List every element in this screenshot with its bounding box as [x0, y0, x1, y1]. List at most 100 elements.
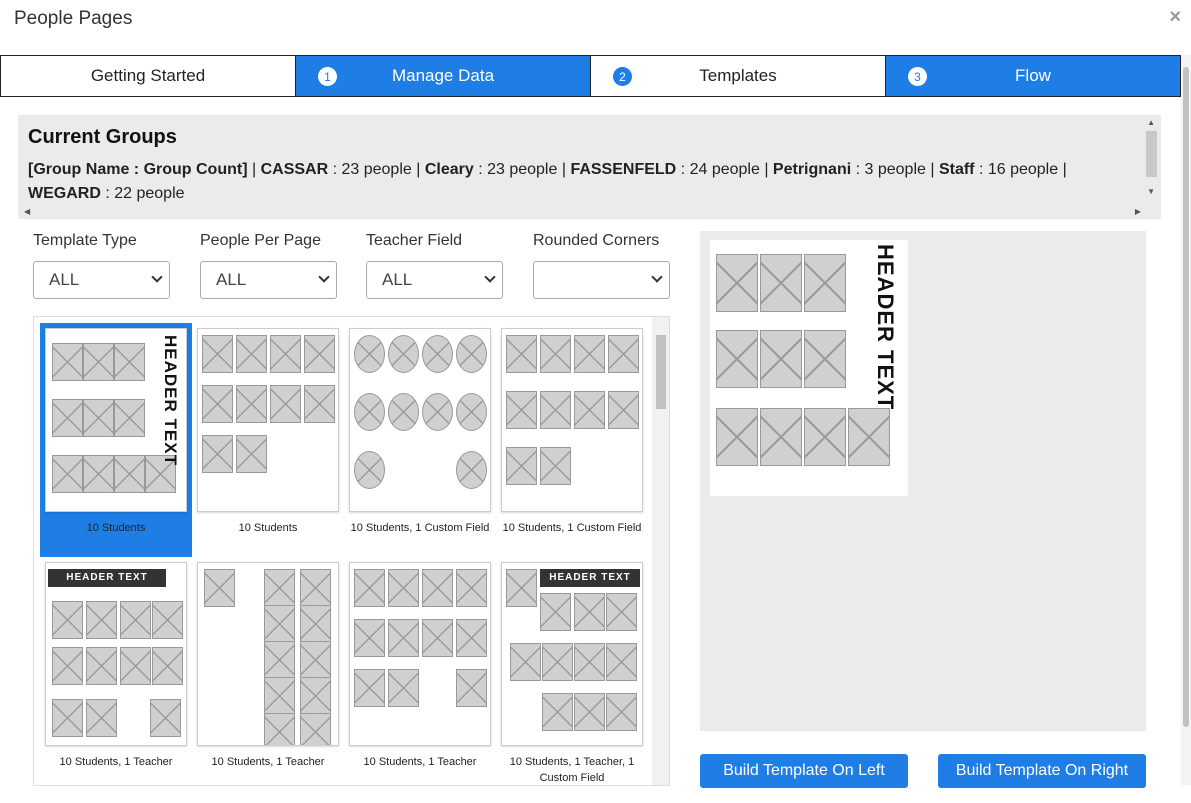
template-gallery: HEADER TEXT 10 Students 10 Students 10 S…	[33, 316, 670, 786]
photo-placeholder	[150, 699, 181, 737]
scrollbar-thumb[interactable]	[656, 335, 666, 409]
people-per-page-select[interactable]: ALL	[200, 261, 337, 299]
photo-placeholder	[354, 619, 385, 657]
template-caption: 10 Students, 1 Custom Field	[502, 522, 642, 534]
chevron-down-icon	[651, 271, 663, 283]
photo-placeholder	[152, 647, 183, 685]
chevron-down-icon	[318, 271, 330, 283]
photo-placeholder	[760, 254, 802, 312]
photo-placeholder	[354, 569, 385, 607]
photo-placeholder	[540, 447, 571, 485]
template-thumbnail	[349, 328, 491, 512]
photo-placeholder	[202, 385, 233, 423]
photo-placeholder	[506, 447, 537, 485]
photo-placeholder	[354, 451, 385, 489]
photo-placeholder	[456, 619, 487, 657]
chevron-down-icon	[151, 271, 163, 283]
groups-list: [Group Name : Group Count] | CASSAR : 23…	[28, 161, 1067, 202]
photo-placeholder	[456, 393, 487, 431]
template-tile[interactable]: HEADER TEXT 10 Students, 1 Teacher, 1 Cu…	[496, 557, 648, 785]
photo-placeholder	[52, 455, 83, 493]
photo-placeholder	[456, 569, 487, 607]
group-name: FASSENFELD	[570, 161, 677, 178]
group-count: 3 people	[864, 161, 926, 178]
group-count: 24 people	[689, 161, 760, 178]
template-tile[interactable]: HEADER TEXT 10 Students	[40, 323, 192, 557]
photo-placeholder	[506, 569, 537, 607]
close-icon[interactable]: ×	[1169, 6, 1181, 29]
template-thumbnail	[197, 562, 339, 746]
photo-placeholder	[716, 254, 758, 312]
template-tile[interactable]: 10 Students	[192, 323, 344, 557]
scroll-left-icon[interactable]: ◀	[24, 207, 30, 216]
photo-placeholder	[804, 330, 846, 388]
photo-placeholder	[52, 699, 83, 737]
template-tile[interactable]: HEADER TEXT 10 Students, 1 Teacher	[40, 557, 192, 785]
scroll-down-icon[interactable]: ▼	[1147, 187, 1155, 196]
tab-flow[interactable]: 3 Flow	[886, 56, 1180, 96]
current-groups-panel: Current Groups [Group Name : Group Count…	[18, 115, 1161, 219]
template-caption: 10 Students, 1 Teacher	[363, 756, 477, 768]
photo-placeholder	[270, 335, 301, 373]
photo-placeholder	[264, 569, 295, 607]
header-text: HEADER TEXT	[161, 335, 180, 466]
group-count: 23 people	[341, 161, 412, 178]
wizard-tabs: Getting Started 1 Manage Data 2 Template…	[0, 55, 1181, 97]
photo-placeholder	[264, 641, 295, 679]
photo-placeholder	[716, 330, 758, 388]
select-value: ALL	[49, 270, 80, 289]
photo-placeholder	[300, 605, 331, 643]
filter-label: Template Type	[33, 232, 137, 249]
photo-placeholder	[542, 643, 573, 681]
template-thumbnail	[197, 328, 339, 512]
template-tile[interactable]: 10 Students, 1 Custom Field	[496, 323, 648, 557]
template-type-select[interactable]: ALL	[33, 261, 170, 299]
gallery-scrollbar[interactable]	[652, 317, 669, 785]
scrollbar-thumb[interactable]	[1146, 131, 1157, 177]
photo-placeholder	[354, 335, 385, 373]
photo-placeholder	[574, 335, 605, 373]
photo-placeholder	[52, 399, 83, 437]
teacher-field-select[interactable]: ALL	[366, 261, 503, 299]
tab-getting-started[interactable]: Getting Started	[1, 56, 296, 96]
tab-templates[interactable]: 2 Templates	[591, 56, 886, 96]
photo-placeholder	[52, 343, 83, 381]
template-tile[interactable]: 10 Students, 1 Teacher	[192, 557, 344, 785]
photo-placeholder	[354, 669, 385, 707]
template-tile[interactable]: 10 Students, 1 Teacher	[344, 557, 496, 785]
build-template-left-button[interactable]: Build Template On Left	[700, 754, 908, 788]
select-value: ALL	[382, 270, 413, 289]
template-caption: 10 Students	[238, 522, 298, 534]
group-name: CASSAR	[260, 161, 329, 178]
dialog-scrollbar[interactable]	[1181, 55, 1191, 785]
photo-placeholder	[510, 643, 541, 681]
photo-placeholder	[304, 385, 335, 423]
photo-placeholder	[422, 619, 453, 657]
photo-placeholder	[574, 643, 605, 681]
template-thumbnail: HEADER TEXT	[45, 328, 187, 512]
scrollbar-thumb[interactable]	[1183, 67, 1189, 727]
build-template-right-button[interactable]: Build Template On Right	[938, 754, 1146, 788]
template-thumbnail	[349, 562, 491, 746]
photo-placeholder	[542, 693, 573, 731]
template-tile[interactable]: 10 Students, 1 Custom Field	[344, 323, 496, 557]
group-name: Petrignani	[772, 161, 852, 178]
photo-placeholder	[606, 693, 637, 731]
photo-placeholder	[202, 435, 233, 473]
rounded-corners-select[interactable]	[533, 261, 670, 299]
photo-placeholder	[388, 619, 419, 657]
filter-people-per-page: People Per Page ALL	[200, 232, 337, 299]
photo-placeholder	[540, 391, 571, 429]
tab-manage-data[interactable]: 1 Manage Data	[296, 56, 591, 96]
scroll-up-icon[interactable]: ▲	[1147, 118, 1155, 127]
photo-placeholder	[540, 335, 571, 373]
template-caption: 10 Students	[86, 522, 146, 534]
photo-placeholder	[456, 669, 487, 707]
groups-header: [Group Name : Group Count]	[28, 161, 248, 178]
template-thumbnail: HEADER TEXT	[45, 562, 187, 746]
scroll-right-icon[interactable]: ▶	[1135, 207, 1141, 216]
group-name: Cleary	[424, 161, 474, 178]
photo-placeholder	[114, 455, 145, 493]
photo-placeholder	[270, 385, 301, 423]
template-thumbnail	[501, 328, 643, 512]
